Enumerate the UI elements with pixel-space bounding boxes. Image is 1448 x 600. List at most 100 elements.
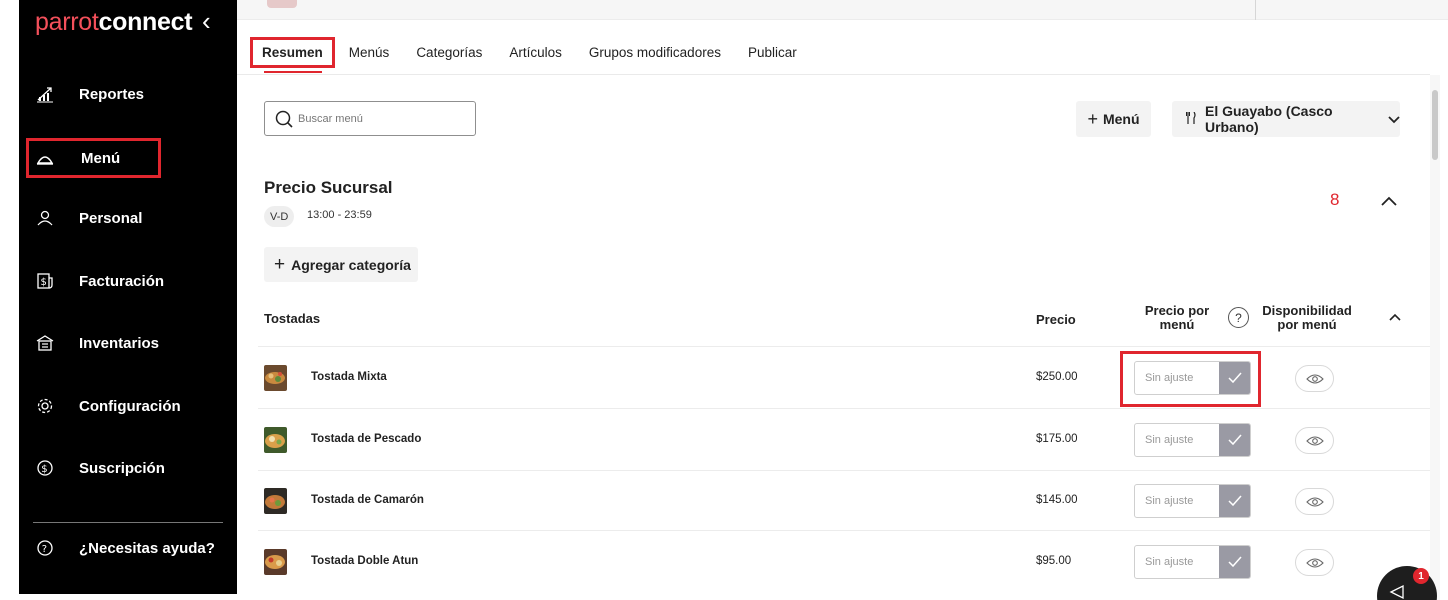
branch-label: El Guayabo (Casco Urbano) [1205,103,1333,135]
price-adjust-field[interactable] [1134,484,1251,518]
brand-part1: parrot [35,8,99,36]
sidebar-item-facturacion[interactable]: $ Facturación [19,261,237,301]
item-name: Tostada de Pescado [311,433,422,445]
add-category-label: Agregar categoría [291,256,411,273]
sidebar-item-label: Inventarios [79,334,160,352]
sidebar-item-label: Facturación [79,272,165,290]
item-thumbnail [264,549,287,575]
table-row[interactable]: Tostada Doble Atun $95.00 [258,532,1430,592]
sidebar-item-help[interactable]: ? ¿Necesitas ayuda? [19,528,237,568]
sidebar-item-personal[interactable]: Personal [19,198,237,238]
active-tab-indicator [264,71,322,73]
table-row[interactable]: Tostada Mixta $250.00 [258,348,1430,408]
question-circle-icon: ? [35,538,55,558]
row-divider [258,346,1430,347]
tab-menus[interactable]: Menús [349,45,390,60]
price-adjust-field[interactable] [1134,361,1251,395]
tab-publicar[interactable]: Publicar [748,45,797,60]
price-adjust-field[interactable] [1134,423,1251,457]
top-header-strip [237,0,1448,20]
table-collapse-icon[interactable] [1388,310,1402,324]
sidebar-item-menu[interactable]: Menú [26,138,161,178]
eye-icon[interactable] [1295,549,1334,576]
invoice-icon: $ [35,271,55,291]
sidebar-item-label: Configuración [79,397,181,415]
add-menu-label: Menú [1102,111,1140,127]
collapse-sidebar-icon[interactable]: ‹ [202,6,211,37]
eye-icon[interactable] [1295,488,1334,515]
brand-part2: connect [98,8,193,36]
sidebar-divider [33,522,223,523]
header-divider [1255,0,1256,20]
tab-grupos-modificadores[interactable]: Grupos modificadores [589,45,721,60]
table-row[interactable]: Tostada de Pescado $175.00 [258,410,1430,470]
tab-resumen[interactable]: Resumen [250,36,335,68]
branch-selector[interactable]: El Guayabo (Casco Urbano) [1172,101,1400,137]
item-name: Tostada Doble Atun [311,555,419,567]
cloche-icon [35,148,55,168]
gear-icon [35,396,55,416]
price-adjust-input[interactable] [1135,362,1219,394]
price-adjust-input[interactable] [1135,485,1219,517]
brand-logo[interactable]: parrotconnect [35,8,193,37]
help-icon[interactable]: ? [1228,307,1249,328]
sidebar-item-label: ¿Necesitas ayuda? [79,539,215,557]
sidebar-item-suscripcion[interactable]: $ Suscripción [19,448,237,488]
header-logo-fragment [267,0,297,8]
add-menu-button[interactable]: + Menú [1076,101,1151,137]
sidebar-item-inventarios[interactable]: Inventarios [19,323,237,363]
confirm-check-icon[interactable] [1219,424,1250,456]
svg-text:$: $ [41,277,47,288]
sidebar-item-label: Personal [79,209,143,227]
tab-bar: Resumen Menús Categorías Artículos Grupo… [250,36,824,68]
chart-icon [35,84,55,104]
eye-icon[interactable] [1295,427,1334,454]
item-count-badge: 8 [1330,190,1340,209]
item-price: $250.00 [1036,371,1078,383]
sidebar-item-label: Reportes [79,85,145,103]
item-name: Tostada Mixta [311,371,387,383]
days-badge: V-D [264,206,295,227]
confirm-check-icon[interactable] [1219,362,1250,394]
plus-icon: + [1087,108,1098,129]
warehouse-icon [35,333,55,353]
scrollbar-thumb[interactable] [1432,90,1438,160]
tab-articulos[interactable]: Artículos [509,45,562,60]
person-icon [35,208,55,228]
sidebar-item-configuracion[interactable]: Configuración [19,386,237,426]
confirm-check-icon[interactable] [1219,546,1250,578]
item-thumbnail [264,365,287,391]
price-per-menu-column-header: Precio por menú [1144,303,1210,332]
svg-text:$: $ [41,464,47,475]
eye-icon[interactable] [1295,365,1334,392]
item-name: Tostada de Camarón [311,494,424,506]
price-adjust-input[interactable] [1135,546,1219,578]
tabs-divider [237,74,1430,75]
table-row[interactable]: Tostada de Camarón $145.00 [258,471,1430,531]
sidebar-item-label: Menú [81,149,121,167]
item-price: $145.00 [1036,494,1078,506]
price-column-header: Precio [1036,312,1076,327]
hours-label: 13:00 - 23:59 [307,209,372,221]
plus-icon: + [274,253,286,275]
dollar-circle-icon: $ [35,458,55,478]
add-category-button[interactable]: + Agregar categoría [264,247,418,282]
sidebar: parrotconnect ‹ Reportes Menú Personal $… [19,0,237,594]
sidebar-item-label: Suscripción [79,459,165,477]
confirm-check-icon[interactable] [1219,485,1250,517]
search-box[interactable] [264,101,476,136]
search-input[interactable] [298,112,468,125]
svg-text:?: ? [42,544,47,555]
chat-widget-button[interactable] [1377,566,1437,600]
search-icon [275,110,293,128]
item-price: $175.00 [1036,433,1078,445]
section-collapse-icon[interactable] [1380,192,1398,210]
tab-categorias[interactable]: Categorías [416,45,482,60]
item-price: $95.00 [1036,555,1072,567]
sidebar-item-reportes[interactable]: Reportes [19,74,237,114]
row-divider [258,530,1430,531]
availability-column-header: Disponibilidad por menú [1262,303,1352,332]
price-adjust-input[interactable] [1135,424,1219,456]
category-header: Tostadas [264,311,321,326]
price-adjust-field[interactable] [1134,545,1251,579]
